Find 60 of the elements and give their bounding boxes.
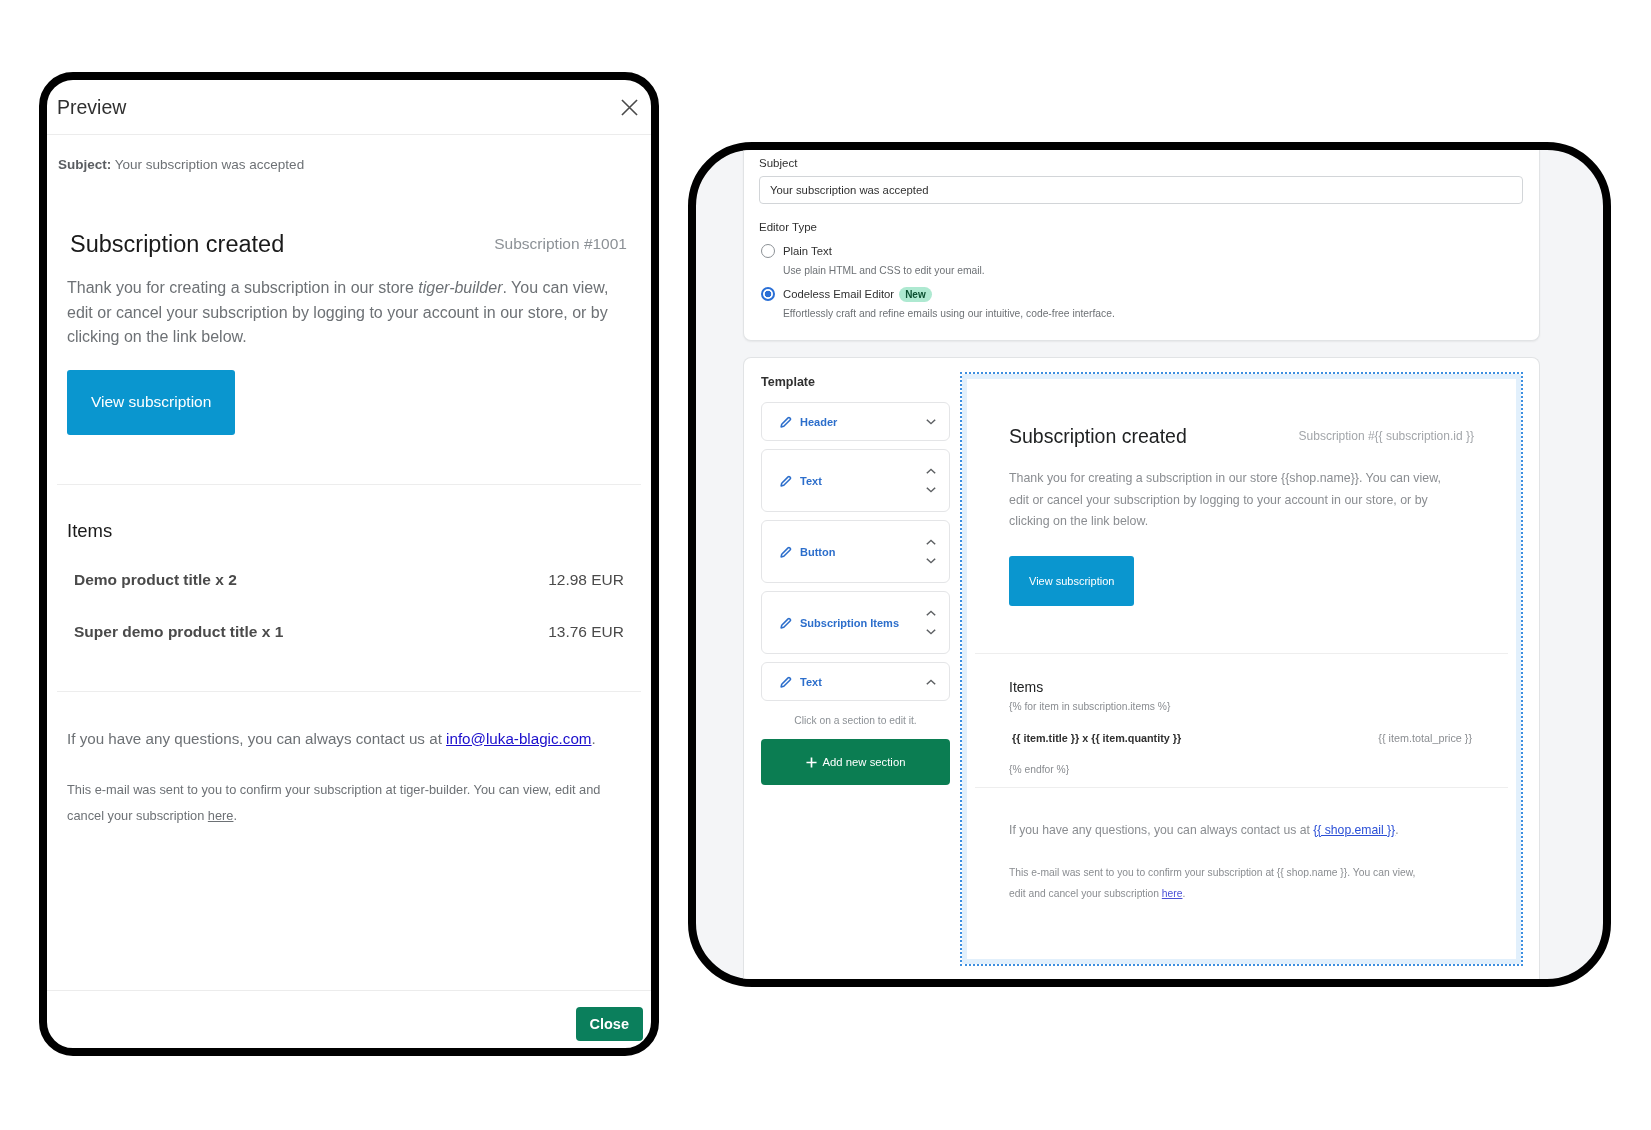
subject-label: Subject: [759, 156, 799, 170]
template-label: Template: [761, 375, 816, 390]
close-button[interactable]: Close: [575, 1007, 643, 1041]
contact-text: If you have any questions, you can always contact us at {{ shop.email }}.: [1009, 821, 1400, 838]
template-section[interactable]: Subscription Items: [761, 591, 950, 654]
email-subject: Subject: Your subscription was accepted: [57, 156, 306, 174]
subscription-number: Subscription #1001: [494, 235, 627, 253]
chevron-down-icon[interactable]: [926, 558, 936, 564]
template-tag: {% endfor %}: [1009, 763, 1474, 776]
option-description: Use plain HTML and CSS to edit your email.: [782, 264, 986, 278]
section-hint: Click on a section to edit it.: [793, 714, 918, 728]
subject-field[interactable]: Your subscription was accepted: [759, 176, 1523, 204]
chevron-down-icon[interactable]: [926, 487, 936, 493]
radio-button[interactable]: [761, 287, 775, 301]
pencil-icon: [780, 545, 792, 558]
footer-note: This e-mail was sent to you to confirm your subscription at {{ shop.name }}. You can view, edit and cancel your subscription here.: [1009, 865, 1417, 901]
template-tag: {% for item in subscription.items %}: [1009, 700, 1474, 713]
chevron-down-icon[interactable]: [926, 418, 936, 425]
chevron-up-icon[interactable]: [926, 468, 936, 474]
chevron-up-icon[interactable]: [926, 678, 936, 685]
pencil-icon: [780, 675, 792, 688]
option-description: Effortlessly craft and refine emails using our intuitive, code-free interface.: [782, 307, 1116, 321]
email-link[interactable]: {{ shop.email }}: [1313, 822, 1396, 837]
template-section[interactable]: Header: [761, 402, 950, 441]
editor-type-label: Editor Type: [759, 220, 818, 234]
template-section[interactable]: Text: [761, 449, 950, 512]
close-icon[interactable]: [621, 98, 638, 116]
email-link[interactable]: info@luka-blagic.com: [446, 729, 592, 747]
footer-note: This e-mail was sent to you to confirm your subscription at tiger-builder. You can view, edit and cancel your subscription here.: [67, 780, 602, 825]
template-section[interactable]: Button: [761, 520, 950, 583]
pencil-icon: [780, 415, 792, 428]
pencil-icon: [780, 474, 792, 487]
plus-icon: [805, 756, 817, 768]
chevron-up-icon[interactable]: [926, 539, 936, 545]
add-section-button[interactable]: Add new section: [761, 739, 950, 785]
dialog-title: Preview: [57, 95, 127, 119]
item-title: Super demo product title x 1: [74, 622, 284, 641]
item-title: {{ item.title }} x {{ item.quantity }}: [1012, 731, 1182, 744]
subscription-number: Subscription #{{ subscription.id }}: [1298, 429, 1474, 443]
new-badge: New: [899, 286, 932, 302]
chevron-up-icon[interactable]: [926, 610, 936, 616]
item-price: {{ item.total_price }}: [1378, 731, 1472, 744]
items-heading: Items: [67, 518, 114, 543]
pencil-icon: [780, 616, 792, 629]
view-subscription-button[interactable]: View subscription: [1009, 555, 1135, 606]
email-intro: Thank you for creating a subscription in our store {{shop.name}}. You can view, edit or cancel your subscription by logging to your account in our store, or by clicking on the link below.: [1009, 470, 1442, 530]
item-price: 13.76 EUR: [548, 622, 624, 641]
email-intro: Thank you for creating a subscription in our store tiger-builder. You can view, edit or cancel your subscription by logging to your account in our store, or by clicking on the link below.: [67, 278, 610, 347]
item-price: 12.98 EUR: [548, 570, 624, 589]
email-heading: Subscription created: [69, 230, 285, 259]
contact-text: If you have any questions, you can always contact us at info@luka-blagic.com.: [67, 728, 597, 749]
radio-button[interactable]: [761, 244, 775, 258]
items-heading: Items: [1009, 678, 1045, 696]
email-heading: Subscription created: [1009, 424, 1187, 449]
chevron-down-icon[interactable]: [926, 629, 936, 635]
item-title: Demo product title x 2: [74, 570, 237, 589]
template-section[interactable]: Text: [761, 662, 950, 701]
radio-label: Plain Text: [783, 245, 832, 257]
radio-label: Codeless Email Editor: [783, 288, 895, 300]
view-subscription-button[interactable]: View subscription: [67, 369, 236, 435]
